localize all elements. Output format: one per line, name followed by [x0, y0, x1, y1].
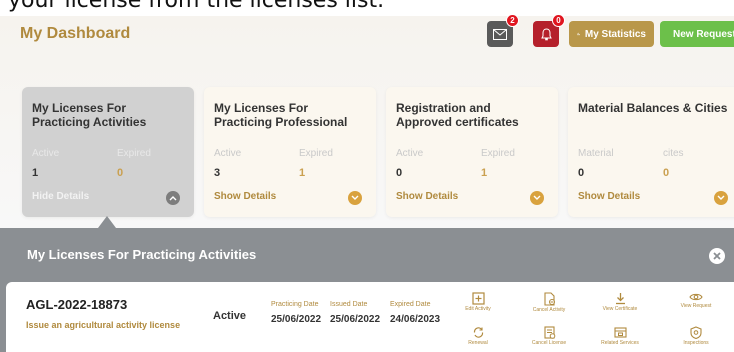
card-value-expired: 1	[299, 167, 306, 179]
bell-icon	[540, 27, 552, 40]
license-number: AGL-2022-18873	[26, 297, 128, 312]
close-icon	[713, 252, 721, 260]
cancel-activity-button[interactable]: Cancel Activity	[519, 292, 579, 313]
action-label: View Request	[680, 303, 712, 309]
card-label-expired: Expired	[117, 148, 151, 159]
cancel-license-icon	[543, 326, 555, 339]
card-value-active: 3	[214, 167, 221, 179]
messages-button[interactable]: 2	[487, 14, 519, 47]
show-details-link[interactable]: Show Details	[578, 191, 640, 202]
card-label-active: Active	[32, 148, 60, 159]
card-label-material: Material	[578, 148, 614, 159]
view-request-button[interactable]: View Request	[666, 292, 726, 309]
expired-date-value: 24/06/2023	[390, 314, 441, 325]
card-value-cites: 0	[663, 167, 670, 179]
expired-date-label: Expired Date	[390, 301, 431, 308]
edit-activity-button[interactable]: Edit Activity	[448, 292, 508, 312]
card-label-expired: Expired	[299, 148, 333, 159]
card-value-expired: 0	[117, 167, 124, 179]
download-certificate-icon	[615, 293, 625, 305]
card-label-active: Active	[396, 148, 424, 159]
related-services-button[interactable]: Related Services	[590, 326, 650, 346]
card-label-cites: cites	[663, 148, 684, 159]
card-material-balances-cities[interactable]: Material Balances & Cities Material cite…	[568, 87, 734, 217]
shield-icon	[690, 326, 702, 339]
action-label: Inspections	[683, 340, 709, 346]
cancel-activity-icon	[543, 292, 555, 306]
card-title: My Licenses For Practicing Professional	[214, 101, 348, 129]
renewal-button[interactable]: Renewal	[448, 326, 508, 346]
hide-details-link[interactable]: Hide Details	[32, 191, 89, 202]
license-status: Active	[213, 310, 247, 322]
messages-badge: 2	[506, 14, 519, 27]
card-label-expired: Expired	[481, 148, 515, 159]
chevron-up-icon[interactable]	[166, 191, 180, 205]
tutorial-caption: your license from the licenses list.	[0, 0, 734, 16]
edit-activity-icon	[471, 292, 485, 305]
panel-pointer	[98, 216, 116, 228]
chevron-down-icon[interactable]	[348, 191, 362, 205]
show-details-link[interactable]: Show Details	[396, 191, 458, 202]
renewal-icon	[473, 327, 483, 338]
my-statistics-button[interactable]: My Statistics	[569, 21, 654, 47]
card-licenses-practicing-professional[interactable]: My Licenses For Practicing Professional …	[204, 87, 376, 217]
eye-icon	[689, 293, 703, 301]
action-label: Renewal	[468, 340, 488, 346]
action-label: View Certificate	[602, 306, 638, 312]
new-request-button[interactable]: New Request	[660, 21, 734, 47]
card-title: Material Balances & Cities	[578, 101, 728, 115]
view-certificate-button[interactable]: View Certificate	[590, 292, 650, 312]
action-label: Edit Activity	[465, 306, 491, 312]
practicing-date-label: Practicing Date	[271, 301, 319, 308]
card-title: Registration and Approved certificates	[396, 101, 519, 129]
card-title: My Licenses For Practicing Activities	[32, 101, 147, 129]
license-description: Issue an agricultural activity license	[26, 320, 181, 330]
show-details-link[interactable]: Show Details	[214, 191, 276, 202]
related-services-icon	[613, 327, 627, 338]
panel-title: My Licenses For Practicing Activities	[27, 247, 257, 262]
card-value-expired: 1	[481, 167, 488, 179]
card-value-material: 0	[578, 167, 585, 179]
close-button[interactable]	[709, 248, 725, 264]
bar-chart-icon	[577, 32, 580, 36]
action-label: Related Services	[601, 340, 639, 346]
new-request-label: New Request	[673, 28, 734, 40]
card-registration-approved-certificates[interactable]: Registration and Approved certificates A…	[386, 87, 558, 217]
card-value-active: 0	[396, 167, 403, 179]
envelope-icon	[493, 28, 507, 40]
card-label-active: Active	[214, 148, 242, 159]
my-statistics-label: My Statistics	[584, 28, 646, 40]
practicing-date-value: 25/06/2022	[271, 314, 322, 325]
card-licenses-practicing-activities[interactable]: My Licenses For Practicing Activities Ac…	[22, 87, 194, 217]
notifications-badge: 0	[552, 14, 565, 27]
card-value-active: 1	[32, 167, 39, 179]
issued-date-label: Issued Date	[330, 301, 368, 308]
cancel-license-button[interactable]: Cancel License	[519, 326, 579, 346]
chevron-down-icon[interactable]	[714, 191, 728, 205]
action-label: Cancel License	[531, 340, 567, 346]
chevron-down-icon[interactable]	[530, 191, 544, 205]
action-label: Cancel Activity	[532, 307, 566, 313]
issued-date-value: 25/06/2022	[330, 314, 381, 325]
notifications-button[interactable]: 0	[533, 14, 565, 47]
page-title: My Dashboard	[20, 25, 131, 42]
inspections-button[interactable]: Inspections	[666, 326, 726, 346]
